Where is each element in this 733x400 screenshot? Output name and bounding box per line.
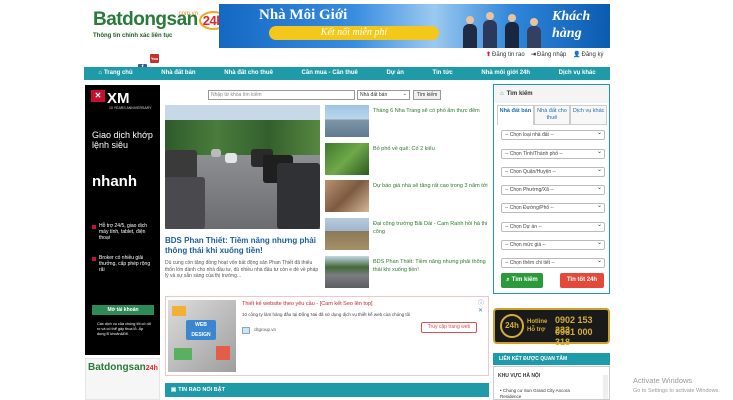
xm-anniversary: 10 YEARS ANNIVERSARY	[109, 106, 152, 110]
hotline-banner[interactable]: 24h Hotline Hỗ trợ 0902 153 233 0961 000 …	[493, 308, 610, 347]
ad-disclaimer: Các dịch vụ của chúng tôi có rủi ro và c…	[97, 322, 151, 336]
related-links-header: LIÊN KẾT ĐƯỢC QUAN TÂM	[493, 353, 610, 365]
banner-right-text: Khách hàng	[552, 9, 591, 41]
scrollbar[interactable]	[603, 375, 608, 399]
search-panel-title: ⌂ Tìm kiếm	[494, 85, 609, 103]
ad-headline-strong: nhanh	[92, 173, 137, 190]
hotline-number-2[interactable]: 0961 000 318	[555, 327, 608, 347]
nav-wanted[interactable]: Cần mua - Cần thuê	[287, 67, 372, 80]
news-item[interactable]: BDS Phan Thiết: Tiềm năng nhưng phải thô…	[325, 256, 489, 289]
ad-close-icon[interactable]: ⓘ ✕	[478, 298, 488, 314]
bullet-icon	[92, 257, 96, 261]
related-link[interactable]: Residence	[500, 394, 521, 399]
ad-description: 10 công ty làm hàng đầu tại Đồng Nai đã …	[242, 312, 411, 317]
banner-people-image	[457, 10, 547, 48]
bullet-icon	[92, 225, 96, 229]
news-thumbnail	[325, 105, 369, 137]
xm-logo: ✕ XM	[91, 90, 130, 107]
related-link[interactable]: • Chung cư Sun Grand City Ancora	[500, 388, 570, 393]
home-icon: ▣	[171, 387, 177, 393]
featured-image[interactable]	[165, 105, 320, 229]
ad-image: WEB DESIGN	[168, 300, 236, 372]
news-title[interactable]: Đại công trường Bãi Dài - Cam Ranh hồi h…	[373, 220, 489, 236]
featured-headline[interactable]: BDS Phan Thiết: Tiềm năng nhưng phải thô…	[165, 236, 323, 256]
register-link[interactable]: 👤Đăng ký	[573, 51, 604, 58]
ad-title[interactable]: Thiết kế website theo yêu cầu - [Cam kết…	[242, 301, 373, 307]
nav-brokers[interactable]: Nhà môi giới 24h	[467, 67, 544, 80]
web-design-advertisement[interactable]: WEB DESIGN Thiết kế website theo yêu cầu …	[165, 296, 489, 376]
visit-website-button[interactable]: Truy cập trang web	[421, 322, 477, 333]
hotline-label: Hotline Hỗ trợ	[527, 319, 548, 333]
ad-headline: Giao dịch khớp lệnh siêu	[92, 130, 153, 150]
site-logo[interactable]: Batdongsan 24h .com.vn Thông tin chính xá…	[93, 10, 228, 48]
header-banner[interactable]: Nhà Môi Giới Kết nối miễn phí Khách hàng	[219, 4, 610, 48]
login-icon: ⇥	[531, 52, 537, 58]
project-select[interactable]: -- Chọn Dự án --	[501, 221, 605, 232]
nav-sale[interactable]: Nhà đất bán	[147, 67, 210, 80]
search-type-select[interactable]: Nhà đất bán ⌄	[357, 90, 410, 100]
news-thumbnail	[325, 143, 369, 175]
youtube-icon[interactable]: You Tube	[150, 54, 159, 70]
nav-home[interactable]: ⌂ Trang chủ	[84, 67, 147, 80]
search-panel: ⌂ Tìm kiếm Nhà đất bán Nhà đất cho thuê D…	[493, 84, 610, 294]
ad-bullet-2: Broker có nhiều giải thưởng, cấp phép rộ…	[99, 255, 151, 273]
news-item[interactable]: Tháng 6 Nha Trang sẽ có phố ẩm thực đêm	[325, 105, 489, 138]
panel-search-button[interactable]: ⌕ Tìm kiếm	[501, 273, 543, 288]
news-title[interactable]: Bỏ phố về quê: Có 2 kiểu	[373, 145, 489, 153]
price-select[interactable]: -- Chọn mức giá --	[501, 239, 605, 250]
home-icon: ⌂	[98, 70, 102, 76]
news-item[interactable]: Dự báo giá nhà sẽ tăng rất cao trong 3 n…	[325, 180, 489, 213]
featured-listings-header: ▣ TIN RAO NỔI BẬT	[165, 383, 489, 397]
featured-summary: Dù cung còn tăng đồng hoạt vốn bất động …	[165, 260, 319, 279]
login-link[interactable]: ⇥Đăng nhập	[531, 51, 566, 58]
house-icon: ⌂	[500, 91, 504, 97]
banner-title: Nhà Môi Giới	[259, 7, 348, 23]
user-icon: 👤	[573, 52, 581, 58]
ad-bullet-1: Hỗ trợ 24/5, giao dịch máy tính, tablet,…	[99, 223, 148, 241]
search-icon: ⌕	[506, 277, 510, 283]
search-tabs: Nhà đất bán Nhà đất cho thuê Dịch vụ khá…	[497, 105, 608, 125]
hot-news-24h-button[interactable]: Tin tốt 24h	[560, 273, 604, 288]
ad-favicon	[242, 327, 250, 334]
news-thumbnail	[325, 218, 369, 250]
open-account-button[interactable]: Mở tài khoản	[92, 305, 154, 315]
secondary-logo[interactable]: Batdongsan24h	[85, 358, 160, 400]
news-thumbnail	[325, 256, 369, 288]
arrow-up-icon: ⬆	[486, 52, 492, 58]
banner-subtitle: Kết nối miễn phí	[269, 26, 439, 40]
ward-select[interactable]: -- Chọn Phường/Xã --	[501, 184, 605, 195]
nav-rent[interactable]: Nhà đất cho thuê	[210, 67, 287, 80]
search-button[interactable]: Tìm kiếm	[413, 90, 441, 100]
nav-projects[interactable]: Dự án	[372, 67, 418, 80]
street-select[interactable]: -- Chọn Đường/Phố --	[501, 202, 605, 213]
main-nav: ⌂ Trang chủ Nhà đất bán Nhà đất cho thuê …	[84, 67, 610, 80]
property-type-select[interactable]: -- Chọn loại nhà đất --	[501, 129, 605, 140]
news-thumbnail	[325, 180, 369, 212]
tab-services[interactable]: Dịch vụ khác	[570, 105, 608, 125]
district-select[interactable]: -- Chọn Quận/Huyện --	[501, 166, 605, 177]
tab-sale[interactable]: Nhà đất bán	[497, 105, 534, 125]
logo-tagline: Thông tin chính xác liên tục	[93, 33, 173, 39]
nav-services[interactable]: Dịch vụ khác	[544, 67, 610, 80]
post-ad-link[interactable]: ⬆Đăng tin rao	[486, 51, 525, 58]
news-item[interactable]: Bỏ phố về quê: Có 2 kiểu	[325, 143, 489, 176]
tab-rent[interactable]: Nhà đất cho thuê	[533, 105, 571, 125]
province-select[interactable]: -- Chọn Tỉnh/Thành phố --	[501, 148, 605, 159]
news-title[interactable]: Dự báo giá nhà sẽ tăng rất cao trong 3 n…	[373, 182, 489, 190]
search-input[interactable]: Nhập từ khóa tìm kiếm	[208, 90, 355, 100]
news-item[interactable]: Đại công trường Bãi Dài - Cam Ranh hồi h…	[325, 218, 489, 251]
ad-url[interactable]: cltgroup.vn	[254, 327, 276, 332]
news-title[interactable]: BDS Phan Thiết: Tiềm năng nhưng phải thô…	[373, 258, 489, 274]
region-heading: KHU VỰC HÀ NỘI	[498, 373, 541, 379]
logo-domain: .com.vn	[177, 11, 199, 17]
nav-news[interactable]: Tin tức	[418, 67, 467, 80]
details-select[interactable]: -- Chọn thêm chi tiết --	[501, 257, 605, 268]
xm-advertisement[interactable]: ✕ XM 10 YEARS ANNIVERSARY Giao dịch khớp …	[85, 85, 160, 355]
hotline-logo: 24h	[500, 314, 524, 338]
windows-activation-watermark: Activate Windows Go to Settings to activ…	[633, 376, 720, 394]
related-links-box: KHU VỰC HÀ NỘI • Chung cư Sun Grand City…	[493, 366, 610, 400]
news-title[interactable]: Tháng 6 Nha Trang sẽ có phố ẩm thực đêm	[373, 107, 489, 115]
